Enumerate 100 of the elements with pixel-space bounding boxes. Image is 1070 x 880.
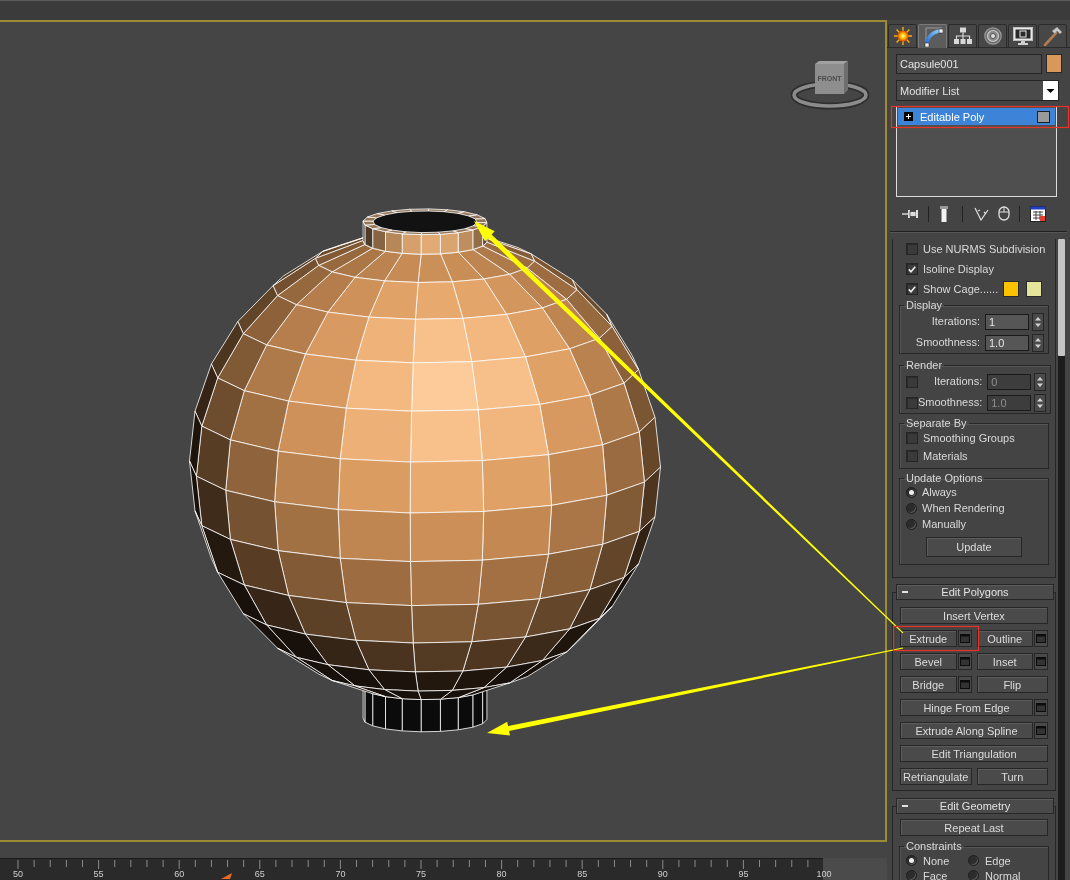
frame-number: 55	[92, 869, 105, 879]
tool-button[interactable]: Bridge	[900, 676, 957, 693]
up-down-arrows-icon	[1035, 336, 1041, 349]
checkbox[interactable]	[906, 283, 918, 295]
window-icon	[1036, 634, 1046, 643]
radio-button[interactable]	[906, 855, 917, 866]
frame-number: 100	[815, 869, 833, 879]
square-icon[interactable]	[1037, 110, 1050, 123]
update-button[interactable]: Update	[926, 537, 1022, 557]
name-field[interactable]: Capsule001	[896, 54, 1042, 74]
option-label: Materials	[923, 449, 968, 463]
tool-button[interactable]: Insert Vertex	[900, 607, 1048, 624]
tool-button[interactable]: Edit Triangulation	[900, 745, 1048, 762]
window-icon	[1036, 657, 1046, 666]
stack-item[interactable]: Editable Poly	[898, 108, 1055, 125]
option-label: Show Cage......	[923, 282, 999, 296]
monitor-icon	[1012, 27, 1033, 45]
frame-number: 90	[656, 869, 669, 879]
group-title: Separate By	[905, 417, 968, 429]
field-label: Smoothness:	[918, 396, 983, 409]
field-label: Smoothness:	[915, 336, 980, 349]
option-label: Isoline Display	[923, 262, 994, 276]
mouse-icon[interactable]	[998, 206, 1010, 221]
rollout-header[interactable]: Edit Polygons	[896, 584, 1054, 600]
checkbox[interactable]	[906, 432, 918, 444]
panel-tab[interactable]	[978, 24, 1007, 48]
panel-tab[interactable]	[888, 24, 917, 48]
scrollbar[interactable]	[1058, 239, 1065, 880]
up-down-arrows-icon	[1037, 396, 1044, 409]
number-field[interactable]: 1	[985, 313, 1029, 330]
panel-tab[interactable]	[1038, 24, 1067, 48]
group-title: Render	[905, 359, 944, 371]
frame-number: 85	[576, 869, 589, 879]
tool-button[interactable]: Retriangulate	[900, 768, 972, 785]
modifier-list-dropdown[interactable]: Modifier List	[896, 80, 1059, 101]
rollout-header[interactable]: Edit Geometry	[896, 798, 1054, 814]
window-icon	[959, 634, 970, 643]
time-marker-icon	[221, 873, 232, 879]
repeat-last-button[interactable]: Repeat Last	[900, 819, 1048, 836]
tick-icon	[908, 265, 916, 273]
radio-button[interactable]	[906, 870, 917, 880]
color-swatch[interactable]	[1046, 54, 1062, 73]
up-down-arrows-icon	[1037, 375, 1044, 388]
frame-number: 75	[415, 869, 427, 879]
panel-tab[interactable]	[1008, 24, 1037, 48]
tool-button[interactable]: Turn	[976, 768, 1048, 785]
tool-button[interactable]: Inset	[976, 653, 1033, 670]
panel-tab[interactable]	[948, 24, 977, 48]
option-label: Smoothing Groups	[923, 431, 1015, 445]
window-icon	[959, 680, 970, 689]
option-label: Normal	[985, 869, 1021, 880]
plus-box-icon[interactable]	[904, 112, 913, 121]
modifier-stack-list[interactable]: Editable Poly	[896, 106, 1057, 197]
frame-number: 60	[173, 869, 186, 879]
radio-button[interactable]	[968, 870, 979, 880]
fork-icon[interactable]	[974, 206, 990, 221]
checkbox[interactable]	[906, 263, 918, 275]
checkbox[interactable]	[906, 243, 918, 255]
option-label: Use NURMS Subdivision	[923, 242, 1046, 256]
tool-button[interactable]: Outline	[976, 630, 1033, 647]
hierarchy-icon	[953, 27, 972, 45]
color-swatch[interactable]	[1003, 281, 1019, 297]
window-icon	[1036, 726, 1046, 735]
scrollbar-thumb[interactable]	[1058, 239, 1065, 356]
radio-button[interactable]	[906, 486, 917, 498]
number-field[interactable]: 1.0	[985, 334, 1029, 351]
tool-button[interactable]: Bevel	[900, 653, 957, 670]
table-window-icon[interactable]	[1030, 205, 1046, 222]
spinner-button[interactable]	[1034, 393, 1047, 412]
field-label: Iterations:	[931, 315, 980, 328]
radio-button[interactable]	[906, 518, 917, 530]
tool-button[interactable]: Extrude	[900, 630, 957, 647]
radio-button[interactable]	[906, 502, 917, 514]
group-title: Display	[905, 299, 944, 311]
frame-number: 80	[495, 869, 508, 879]
checkbox[interactable]	[906, 450, 918, 462]
window-icon	[1036, 703, 1046, 712]
sunburst-icon	[893, 27, 912, 45]
view-cube-icon[interactable]	[790, 58, 870, 110]
radio-button[interactable]	[968, 855, 979, 866]
caret-icon[interactable]	[1043, 81, 1058, 100]
arc-icon	[922, 26, 943, 47]
window-icon	[959, 657, 970, 666]
tool-button[interactable]: Hinge From Edge	[900, 699, 1033, 716]
cylinder-icon[interactable]	[940, 205, 948, 222]
concentric-circles-icon	[983, 27, 1002, 45]
frame-number: 95	[737, 869, 750, 879]
group-title: Constraints	[905, 840, 963, 852]
color-swatch[interactable]	[1026, 281, 1042, 297]
spinner-button[interactable]	[1032, 312, 1044, 331]
option-label: When Rendering	[922, 501, 1005, 515]
option-label: Manually	[922, 517, 967, 531]
minus-icon	[902, 591, 908, 593]
tool-button[interactable]: Extrude Along Spline	[900, 722, 1033, 739]
frame-number: 65	[253, 869, 266, 879]
option-label: Edge	[985, 854, 1011, 867]
tool-button[interactable]: Flip	[976, 676, 1048, 693]
spinner-button[interactable]	[1034, 372, 1047, 391]
pin-icon[interactable]	[902, 207, 918, 220]
spinner-button[interactable]	[1032, 333, 1044, 352]
